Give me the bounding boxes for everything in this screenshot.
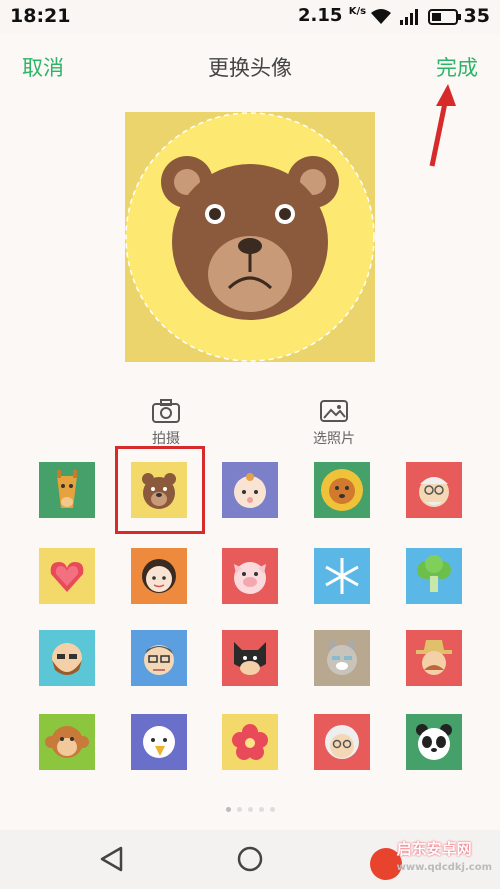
avatar-batman[interactable] [222, 630, 278, 686]
avatar-preview[interactable] [125, 112, 375, 362]
avatar-cowboy[interactable] [406, 630, 462, 686]
status-bar: 18:21 2.15 K/s 35 [0, 0, 500, 34]
avatar-grandma[interactable] [314, 714, 370, 770]
annotation-arrow [429, 84, 456, 167]
battery-icon [428, 9, 461, 25]
avatar-giraffe[interactable] [39, 462, 95, 518]
avatar-heart[interactable] [39, 548, 95, 604]
back-icon[interactable] [97, 844, 127, 874]
avatar-bearded-man[interactable] [39, 630, 95, 686]
page-dot[interactable] [258, 807, 264, 812]
gallery-icon [320, 400, 348, 422]
page-title: 更换头像 [208, 56, 292, 80]
avatar-monkey[interactable] [39, 714, 95, 770]
avatar-glasses-man[interactable] [131, 630, 187, 686]
signal-icon [400, 9, 418, 25]
done-button[interactable]: 完成 [436, 52, 478, 82]
camera-label: 拍摄 [152, 431, 180, 447]
avatar-flower[interactable] [222, 714, 278, 770]
page-indicator [0, 797, 500, 816]
watermark-name: 启东安卓网 [396, 840, 472, 858]
avatar-cat[interactable] [314, 630, 370, 686]
camera-icon [152, 399, 180, 423]
home-icon[interactable] [235, 844, 265, 874]
avatar-pig[interactable] [222, 548, 278, 604]
avatar-eagle[interactable] [131, 714, 187, 770]
camera-button[interactable]: 拍摄 [116, 398, 216, 448]
avatar-old-man[interactable] [406, 462, 462, 518]
gallery-button[interactable]: 选照片 [284, 398, 384, 448]
selection-highlight [115, 446, 205, 534]
avatar-baby[interactable] [222, 462, 278, 518]
avatar-snowflake[interactable] [314, 548, 370, 604]
page-dot[interactable] [269, 807, 275, 812]
wifi-icon [371, 9, 391, 24]
avatar-lion[interactable] [314, 462, 370, 518]
source-actions: 拍摄 选照片 [0, 398, 500, 450]
gallery-label: 选照片 [313, 431, 355, 447]
page-dot[interactable] [236, 807, 242, 812]
avatar-woman[interactable] [131, 548, 187, 604]
status-time: 18:21 [10, 5, 71, 27]
page-dot[interactable] [225, 807, 231, 812]
battery-level: 35 [463, 5, 490, 27]
avatar-broccoli[interactable] [406, 548, 462, 604]
page-dot[interactable] [247, 807, 253, 812]
network-speed: 2.15 K/s [298, 5, 367, 26]
watermark: 启东安卓网 www.qdcdkj.com [397, 838, 492, 874]
watermark-site: www.qdcdkj.com [396, 862, 492, 873]
avatar-panda[interactable] [406, 714, 462, 770]
